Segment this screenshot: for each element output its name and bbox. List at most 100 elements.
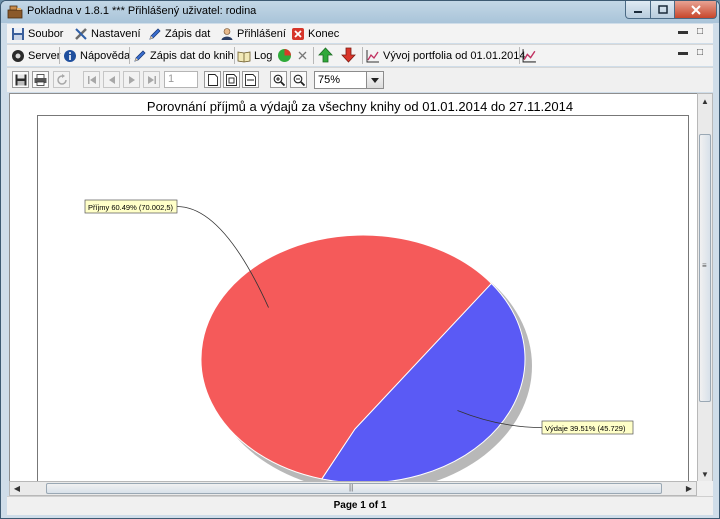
page-number-input[interactable]: 1 — [164, 71, 198, 88]
pie-chart-tab-icon[interactable] — [277, 48, 292, 63]
tab-napoveda-label: Nápověda — [80, 49, 131, 62]
scroll-left-button[interactable]: ◀ — [10, 482, 24, 495]
first-page-icon — [87, 75, 96, 84]
arrow-down-icon[interactable] — [341, 47, 356, 63]
pane-minimize-button[interactable]: ▬ — [678, 27, 688, 37]
chart-frame: Příjmy 60.49% (70.002,5) Výdaje 39.51% (… — [37, 115, 689, 482]
zoom-select[interactable]: 75% — [314, 71, 384, 89]
grip-icon: ≡ — [702, 261, 707, 270]
exit-icon — [292, 27, 304, 40]
scroll-down-button[interactable]: ▼ — [698, 467, 712, 481]
menu-nastaveni[interactable]: Nastavení — [74, 26, 141, 41]
pie-label-income: Příjmy 60.49% (70.002,5) — [84, 199, 178, 214]
line-chart-tab-icon[interactable] — [522, 48, 537, 63]
tab-zapis-dat-do-knih[interactable]: Zápis dat do knih — [133, 48, 234, 63]
menu-prihlaseni[interactable]: Přihlášení — [220, 26, 286, 41]
menu-prihlaseni-label: Přihlášení — [237, 27, 286, 40]
menu-soubor-label: Soubor — [28, 27, 64, 40]
menu-konec-label: Konec — [308, 27, 340, 40]
minimize-icon — [634, 10, 642, 13]
zoom-in-icon — [273, 74, 285, 86]
info-icon — [64, 49, 76, 62]
next-page-icon — [128, 75, 135, 84]
fit-width-icon — [245, 73, 256, 86]
separator — [313, 47, 314, 64]
menu-konec[interactable]: Konec — [291, 26, 339, 41]
menu-bar: Soubor Nastavení Zápis dat Přihlášení Ko… — [7, 24, 713, 43]
tab-zapis-dat-do-knih-label: Zápis dat do knih — [150, 49, 234, 62]
title-bar: Pokladna v 1.8.1 *** Přihlášený uživatel… — [1, 1, 719, 23]
fit-width-button[interactable] — [242, 71, 259, 88]
tools-icon — [75, 27, 87, 40]
last-page-icon — [147, 75, 156, 84]
zoom-in-button[interactable] — [270, 71, 287, 88]
tab-bar: Server Nápověda Zápis dat do knih Log Vý… — [7, 44, 713, 66]
tab-server[interactable]: Server — [11, 48, 60, 63]
pie-label-expense-text: Výdaje 39.51% (45.729) — [545, 424, 626, 433]
horizontal-scroll-thumb[interactable]: || — [46, 483, 662, 494]
fit-page-button[interactable] — [223, 71, 240, 88]
cash-register-icon — [7, 5, 23, 19]
actual-size-button[interactable] — [204, 71, 221, 88]
panel-maximize-button[interactable]: □ — [697, 48, 707, 58]
horizontal-scrollbar[interactable]: ◀ || ▶ — [9, 481, 697, 496]
next-page-button[interactable] — [123, 71, 140, 88]
tab-log-label: Log — [254, 49, 273, 62]
tab-log[interactable]: Log — [237, 48, 272, 63]
tab-vyvoj-portfolia[interactable]: Vývoj portfolia od 01.01.2014 — [366, 48, 526, 63]
vertical-scroll-thumb[interactable]: ≡ — [699, 134, 711, 402]
chevron-down-icon — [371, 77, 379, 83]
previous-page-button[interactable] — [103, 71, 120, 88]
separator — [234, 47, 235, 64]
menu-zapis-dat[interactable]: Zápis dat — [148, 26, 210, 41]
zoom-value: 75% — [318, 74, 341, 86]
panel-minimize-button[interactable]: ▬ — [678, 48, 688, 58]
tab-napoveda[interactable]: Nápověda — [63, 48, 130, 63]
pencil-icon — [134, 49, 146, 62]
maximize-icon — [657, 5, 668, 14]
status-bar: Page 1 of 1 — [7, 496, 713, 515]
page-icon — [207, 73, 218, 86]
pane-maximize-button[interactable]: □ — [697, 27, 707, 37]
scroll-right-button[interactable]: ▶ — [682, 482, 696, 495]
print-button[interactable] — [32, 71, 49, 88]
save-report-button[interactable] — [12, 71, 29, 88]
pie-chart: Příjmy 60.49% (70.002,5) Výdaje 39.51% (… — [84, 199, 634, 482]
report-toolbar: 1 75% — [7, 67, 713, 92]
separator — [362, 47, 363, 64]
zoom-out-button[interactable] — [290, 71, 307, 88]
server-gear-icon — [12, 49, 24, 62]
user-icon — [221, 27, 233, 40]
first-page-button[interactable] — [83, 71, 100, 88]
line-chart-icon — [366, 49, 379, 62]
maximize-button[interactable] — [650, 1, 675, 19]
menu-soubor[interactable]: Soubor — [11, 26, 63, 41]
previous-page-icon — [108, 75, 115, 84]
scroll-corner — [697, 481, 713, 496]
floppy-icon — [15, 74, 26, 85]
tab-close-icon[interactable] — [298, 51, 307, 60]
book-icon — [237, 51, 251, 62]
report-title: Porovnání příjmů a výdajů za všechny kni… — [146, 99, 574, 114]
minimize-button[interactable] — [625, 1, 651, 19]
separator — [129, 47, 130, 64]
pie-label-income-text: Příjmy 60.49% (70.002,5) — [88, 203, 174, 212]
zoom-dropdown-button[interactable] — [366, 72, 383, 88]
report-viewport: Porovnání příjmů a výdajů za všechny kni… — [9, 93, 699, 483]
grip-icon: || — [349, 483, 354, 492]
save-icon — [12, 27, 24, 40]
close-button[interactable] — [674, 1, 717, 19]
zoom-out-icon — [293, 74, 305, 86]
tab-vyvoj-portfolia-label: Vývoj portfolia od 01.01.2014 — [383, 49, 526, 62]
last-page-button[interactable] — [143, 71, 160, 88]
arrow-up-icon[interactable] — [318, 47, 333, 63]
refresh-icon — [56, 73, 67, 85]
scroll-up-button[interactable]: ▲ — [698, 94, 712, 108]
refresh-button[interactable] — [53, 71, 70, 88]
fit-page-icon — [226, 73, 237, 86]
vertical-scrollbar[interactable]: ▲ ≡ ▼ — [697, 93, 713, 482]
menu-nastaveni-label: Nastavení — [91, 27, 141, 40]
app-window: Pokladna v 1.8.1 *** Přihlášený uživatel… — [0, 0, 720, 519]
close-icon — [690, 4, 701, 15]
menu-zapis-dat-label: Zápis dat — [165, 27, 211, 40]
